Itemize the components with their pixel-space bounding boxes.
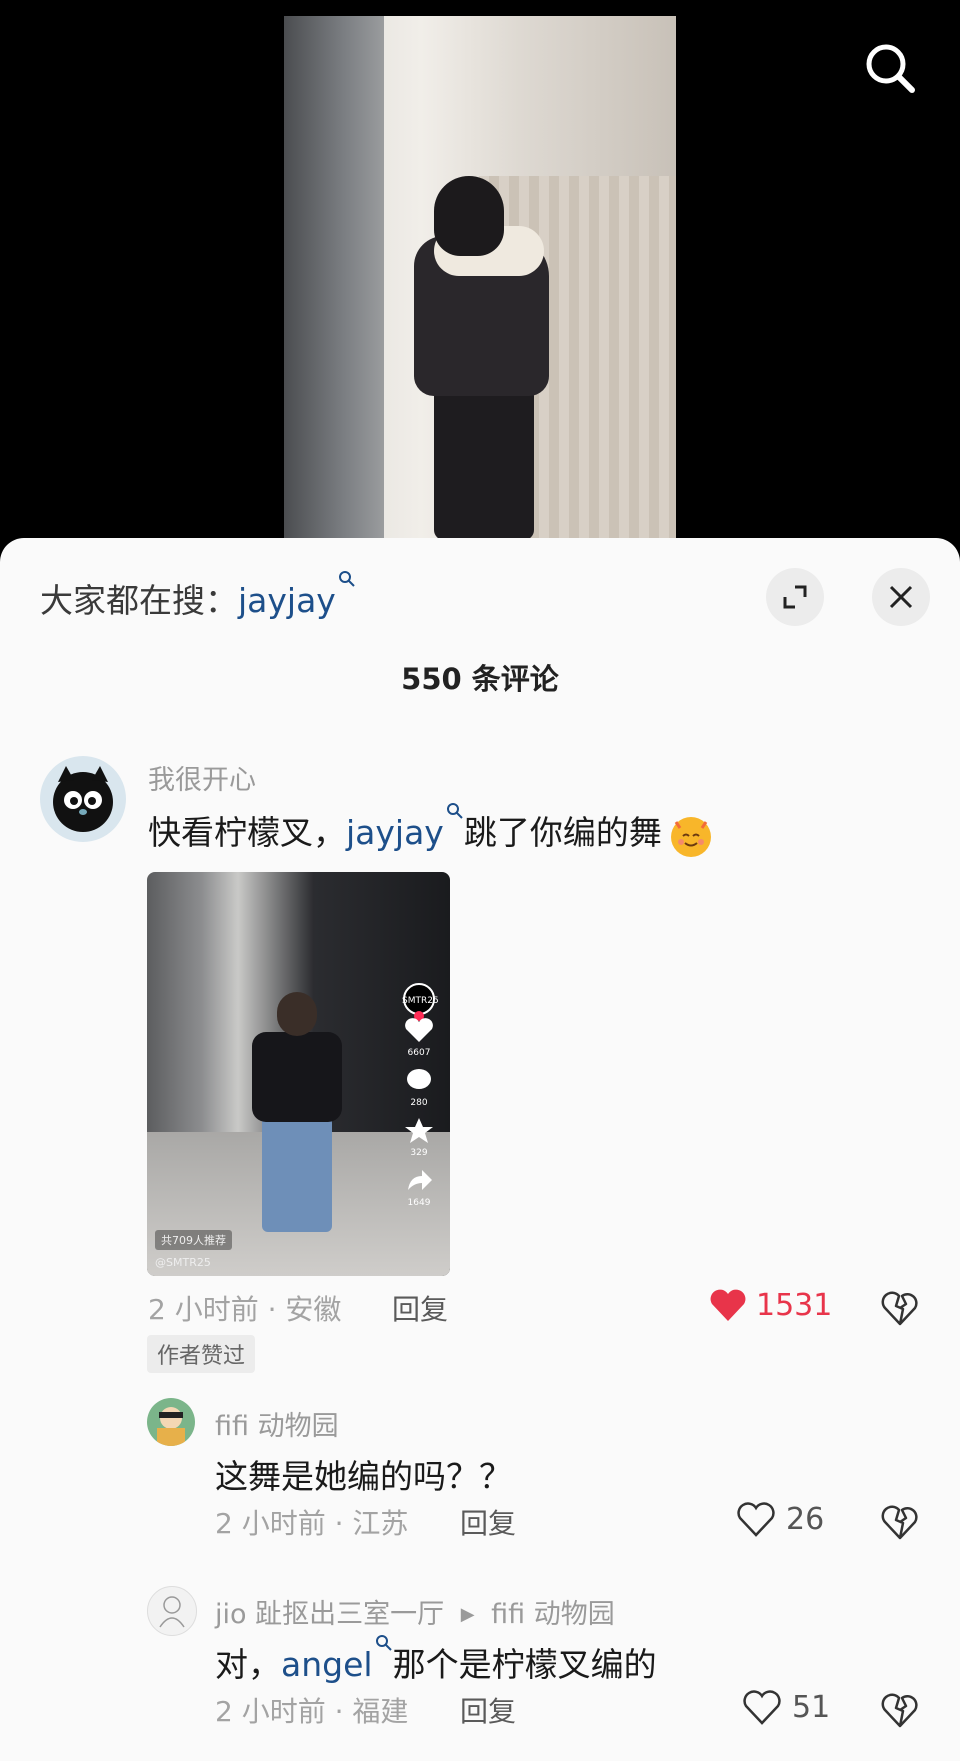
thumbnail-fav-count: 329 <box>410 1148 428 1158</box>
thumbnail-like-count: 6607 <box>407 1048 431 1058</box>
like-count: 1531 <box>756 1287 833 1323</box>
comment-count: 550 条评论 <box>401 662 559 696</box>
avatar[interactable] <box>147 1586 197 1636</box>
dislike-icon[interactable] <box>880 1690 920 1730</box>
thumbnail-dancer <box>247 992 347 1232</box>
character-avatar-icon <box>157 1407 185 1446</box>
dislike-icon[interactable] <box>880 1288 920 1328</box>
thumbnail-comment-count: 280 <box>410 1098 428 1108</box>
comment-text-part: 跳了你编的舞 <box>463 813 662 852</box>
reply-username[interactable]: jio 趾抠出三室一厅 <box>215 1599 444 1630</box>
avatar[interactable] <box>40 756 126 842</box>
reply-button[interactable]: 回复 <box>460 1502 516 1542</box>
keyword-search-icon <box>446 803 463 819</box>
dislike-icon[interactable] <box>880 1502 920 1542</box>
thumbnail-share-count: 1649 <box>407 1198 431 1208</box>
avatar[interactable] <box>147 1398 195 1446</box>
trending-search[interactable]: 大家都在搜：jayjay <box>40 571 356 622</box>
keyword-search-icon <box>375 1635 392 1651</box>
comment-video-thumbnail[interactable]: SMTR25 6607 280 329 1649 共709人推荐 @SMTR25 <box>147 872 450 1276</box>
close-icon <box>889 585 913 609</box>
comment-keyword-link[interactable]: jayjay <box>346 813 444 852</box>
thumbnail-avatar-label: SMTR25 <box>402 996 439 1006</box>
reply-username[interactable]: fifi 动物园 <box>215 1404 339 1443</box>
like-count: 26 <box>786 1501 825 1537</box>
close-button[interactable] <box>872 568 930 626</box>
smile-emoji-icon <box>670 816 711 857</box>
reply-button[interactable]: 回复 <box>460 1690 516 1730</box>
thumbnail-sidebar: SMTR25 6607 280 329 1649 <box>402 982 439 1272</box>
video-player[interactable] <box>0 0 960 560</box>
like-count: 51 <box>792 1689 831 1725</box>
thumbnail-heart-icon <box>405 1018 433 1042</box>
search-icon[interactable] <box>862 40 918 96</box>
sketch-avatar-icon <box>159 1596 185 1628</box>
thumbnail-recommend-tag: 共709人推荐 <box>155 1230 232 1250</box>
comment-username[interactable]: 我很开心 <box>148 758 256 797</box>
reply-time-location: 2 小时前 · 江苏 <box>215 1507 409 1540</box>
thumbnail-star-icon <box>405 1118 433 1143</box>
reply-button[interactable]: 回复 <box>392 1288 448 1328</box>
expand-icon <box>783 585 807 609</box>
like-button[interactable]: 51 <box>742 1688 830 1726</box>
reply-time-location: 2 小时前 · 福建 <box>215 1695 409 1728</box>
heart-filled-icon <box>710 1289 746 1321</box>
reply-keyword-link[interactable]: angel <box>281 1645 373 1684</box>
author-liked-badge: 作者赞过 <box>147 1335 256 1373</box>
trending-keyword[interactable]: jayjay <box>238 581 336 620</box>
keyword-search-icon <box>338 571 355 587</box>
like-button[interactable]: 1531 <box>708 1286 832 1324</box>
video-scene-door <box>284 16 384 540</box>
trending-prefix: 大家都在搜： <box>40 581 238 620</box>
thumbnail-comment-icon <box>407 1069 431 1089</box>
heart-outline-icon <box>737 1502 775 1537</box>
reply-username-line: jio 趾抠出三室一厅 ▶ fifi 动物园 <box>215 1592 615 1631</box>
reply-text-part: 那个是柠檬叉编的 <box>392 1645 657 1684</box>
expand-button[interactable] <box>766 568 824 626</box>
cat-avatar-icon <box>53 766 113 832</box>
reply-text: 这舞是她编的吗？？ <box>215 1457 512 1496</box>
reply-to-username[interactable]: fifi 动物园 <box>491 1599 615 1630</box>
video-dancer <box>394 166 554 540</box>
comment-text: 快看柠檬叉，jayjay 跳了你编的舞 <box>148 803 716 860</box>
thumbnail-handle: @SMTR25 <box>155 1256 211 1269</box>
reply-text: 对，angel 那个是柠檬叉编的 <box>215 1635 657 1686</box>
video-frame[interactable] <box>284 16 676 540</box>
thumbnail-share-icon <box>408 1170 432 1190</box>
heart-outline-icon <box>743 1690 781 1725</box>
like-button[interactable]: 26 <box>736 1500 824 1538</box>
comment-time-location: 2 小时前 · 安徽 <box>148 1293 342 1326</box>
reply-to-arrow-icon: ▶ <box>460 1604 475 1625</box>
comment-text-part: 快看柠檬叉， <box>148 813 346 852</box>
comment-sheet: 大家都在搜：jayjay 550 条评论 我很开心 快看柠檬叉，jayjay 跳了… <box>0 538 960 1761</box>
reply-text-part: 对， <box>215 1645 281 1684</box>
